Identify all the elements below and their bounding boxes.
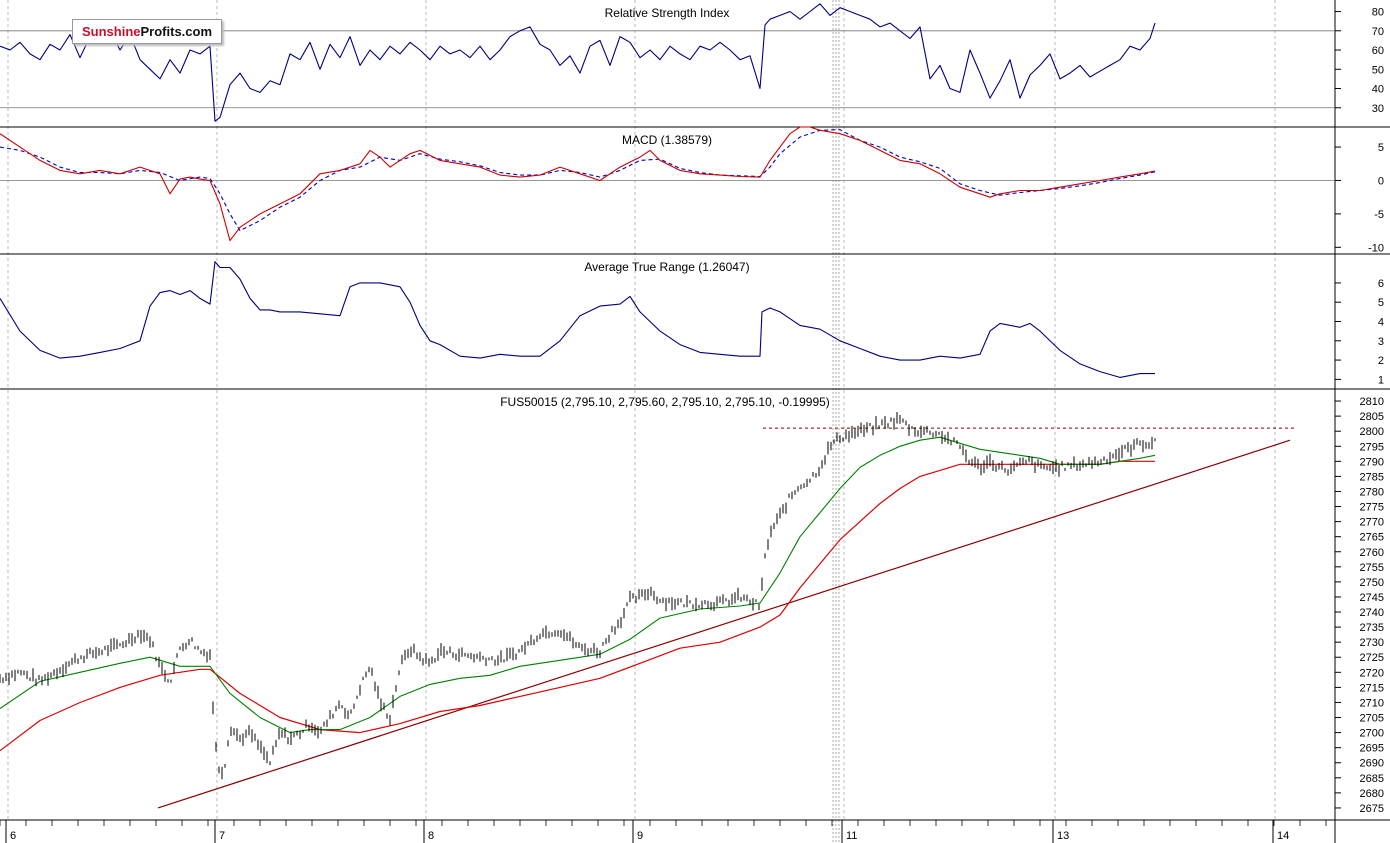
rsi-title: Relative Strength Index <box>605 6 730 20</box>
ytick-label-50: 50 <box>1372 64 1384 76</box>
ytick-label-2730: 2730 <box>1360 637 1384 649</box>
ytick-label-2745: 2745 <box>1360 592 1384 604</box>
rsi-y-axis: 30 40 50 60 70 80 <box>1335 7 1384 115</box>
atr-y-axis: 6 5 4 3 2 1 <box>1335 278 1384 386</box>
sunshine-profits-logo: Sunshine Profits.com <box>72 19 222 44</box>
ytick-label-2: 2 <box>1378 355 1384 367</box>
macd-line <box>0 126 1156 242</box>
vertical-gridlines <box>7 0 1276 843</box>
ytick-label-2755: 2755 <box>1360 562 1384 574</box>
ytick-label-30: 30 <box>1372 103 1384 115</box>
atr-title: Average True Range (1.26047) <box>584 260 749 274</box>
macd-y-axis: 5 0 -5 -10 <box>1335 142 1384 254</box>
ytick-label-2715: 2715 <box>1360 682 1384 694</box>
xtick-label-14: 14 <box>1277 830 1289 842</box>
ytick-label-2725: 2725 <box>1360 652 1384 664</box>
moving-average-red <box>0 460 1155 752</box>
xtick-label-7: 7 <box>219 830 225 842</box>
ytick-label-2790: 2790 <box>1360 456 1384 468</box>
ytick-label-80: 80 <box>1372 7 1384 19</box>
moving-average-green <box>0 436 1156 734</box>
ytick-label-2750: 2750 <box>1360 577 1384 589</box>
ytick-label-3: 3 <box>1378 336 1384 348</box>
ytick-label-2760: 2760 <box>1360 547 1384 559</box>
ytick-label-2735: 2735 <box>1360 622 1384 634</box>
ytick-label-2675: 2675 <box>1360 803 1384 815</box>
price-bars <box>0 412 1156 780</box>
ytick-label-2705: 2705 <box>1360 713 1384 725</box>
xtick-label-6: 6 <box>10 830 16 842</box>
ytick-label-2775: 2775 <box>1360 502 1384 514</box>
ytick-label-2710: 2710 <box>1360 697 1384 709</box>
ytick-label-40: 40 <box>1372 84 1384 96</box>
price-title: FUS50015 (2,795.10, 2,795.60, 2,795.10, … <box>500 395 830 409</box>
ytick-label--10: -10 <box>1368 242 1384 254</box>
ytick-label-60: 60 <box>1372 45 1384 57</box>
ytick-label--5: -5 <box>1374 209 1384 221</box>
x-axis: 6 7 8 9 11 13 14 <box>0 819 1335 843</box>
ytick-label-2805: 2805 <box>1360 411 1384 423</box>
ytick-label-0: 0 <box>1378 175 1384 187</box>
logo-part2: Profits.com <box>140 24 213 39</box>
ytick-label-2685: 2685 <box>1360 773 1384 785</box>
ytick-label-2810: 2810 <box>1360 396 1384 408</box>
ytick-label-70: 70 <box>1372 26 1384 38</box>
ytick-label-5: 5 <box>1378 297 1384 309</box>
xtick-label-9: 9 <box>637 830 643 842</box>
ytick-label-6: 6 <box>1378 278 1384 290</box>
ytick-label-2690: 2690 <box>1360 758 1384 770</box>
logo-part1: Sunshine <box>81 24 141 39</box>
ytick-label-2780: 2780 <box>1360 486 1384 498</box>
macd-title: MACD (1.38579) <box>622 133 712 147</box>
xtick-label-13: 13 <box>1057 830 1069 842</box>
ytick-label-2770: 2770 <box>1360 517 1384 529</box>
ytick-label-2680: 2680 <box>1360 788 1384 800</box>
ytick-label-2795: 2795 <box>1360 441 1384 453</box>
atr-line <box>0 261 1155 378</box>
ytick-label-5: 5 <box>1378 142 1384 154</box>
ytick-label-2695: 2695 <box>1360 743 1384 755</box>
xtick-label-11: 11 <box>846 830 857 842</box>
price-y-axis: 2675 2680 2685 2690 2695 2700 2705 2710 2715 2720… <box>1335 396 1384 815</box>
ytick-label-2800: 2800 <box>1360 426 1384 438</box>
ytick-label-2700: 2700 <box>1360 728 1384 740</box>
ytick-label-2765: 2765 <box>1360 532 1384 544</box>
ytick-label-2720: 2720 <box>1360 667 1384 679</box>
ytick-label-1: 1 <box>1378 374 1384 386</box>
ytick-label-4: 4 <box>1378 317 1384 329</box>
support-trendline <box>157 439 1291 809</box>
ytick-label-2740: 2740 <box>1360 607 1384 619</box>
chart-canvas: 304050607080Relative Strength Index50-5-… <box>0 0 1390 843</box>
ytick-label-2785: 2785 <box>1360 471 1384 483</box>
xtick-label-8: 8 <box>428 830 434 842</box>
